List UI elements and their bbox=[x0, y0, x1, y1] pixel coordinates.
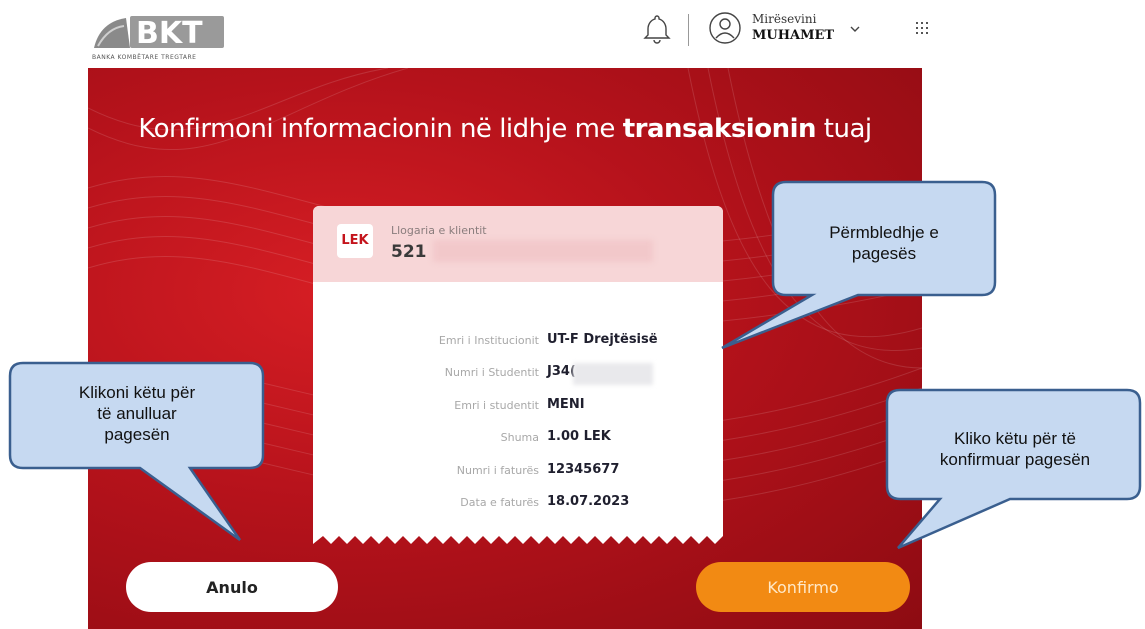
account-label: Llogaria e klientit bbox=[391, 224, 487, 237]
detail-row-student-number: Numri i Studentit J34( bbox=[313, 363, 723, 385]
detail-label: Numri i Studentit bbox=[444, 366, 539, 379]
apps-grid-icon[interactable] bbox=[915, 21, 929, 35]
detail-row-student-name: Emri i studentit MENI bbox=[313, 397, 723, 417]
callout-line: Kliko këtu për të bbox=[954, 429, 1076, 448]
redacted-account-digits bbox=[433, 240, 653, 262]
top-header: BKT BANKA KOMBËTARE TREGTARE Mirësevini … bbox=[0, 0, 1145, 68]
confirm-button[interactable]: Konfirmo bbox=[696, 562, 910, 612]
callout-line: pagesën bbox=[104, 425, 170, 444]
detail-value: MENI bbox=[547, 397, 585, 412]
callout-line: të anulluar bbox=[97, 404, 177, 423]
title-part-bold: transaksionin bbox=[622, 114, 817, 144]
chevron-down-icon[interactable] bbox=[848, 22, 862, 36]
callout-confirm-hint: Kliko këtu për të konfirmuar pagesën bbox=[892, 428, 1138, 470]
logo-subtitle: BANKA KOMBËTARE TREGTARE bbox=[92, 54, 197, 61]
bkt-logo-graphic: BKT bbox=[94, 16, 224, 51]
detail-label: Shuma bbox=[500, 431, 539, 444]
detail-row-amount: Shuma 1.00 LEK bbox=[313, 429, 723, 449]
notification-bell-icon[interactable] bbox=[640, 12, 674, 46]
confirmation-stage: Konfirmoni informacionin në lidhje me tr… bbox=[88, 68, 922, 629]
detail-row-invoice-number: Numri i faturës 12345677 bbox=[313, 462, 723, 482]
cancel-button[interactable]: Anulo bbox=[126, 562, 338, 612]
detail-value: J34( bbox=[547, 364, 576, 379]
account-section: LEK Llogaria e klientit 521 bbox=[313, 206, 723, 282]
detail-label: Numri i faturës bbox=[456, 464, 539, 477]
user-name: MUHAMET bbox=[752, 28, 835, 43]
logo-wordmark: BKT bbox=[136, 16, 203, 51]
detail-label: Emri i Institucionit bbox=[438, 334, 539, 347]
receipt-zigzag-edge bbox=[313, 530, 723, 544]
detail-value: 12345677 bbox=[547, 462, 620, 477]
callout-line: pagesës bbox=[851, 244, 917, 263]
detail-label: Data e faturës bbox=[460, 496, 539, 509]
callout-cancel-hint: Klikoni këtu për të anulluar pagesën bbox=[14, 382, 260, 445]
title-part-3: tuaj bbox=[816, 114, 872, 144]
redacted-student-number bbox=[573, 363, 653, 385]
header-divider bbox=[688, 14, 689, 46]
account-number: 521 bbox=[391, 242, 427, 262]
detail-value: UT-F Drejtësisë bbox=[547, 332, 658, 347]
detail-row-institution: Emri i Institucionit UT-F Drejtësisë bbox=[313, 332, 723, 352]
detail-value: 18.07.2023 bbox=[547, 494, 630, 509]
greeting-text: Mirësevini bbox=[752, 12, 817, 26]
detail-value: 1.00 LEK bbox=[547, 429, 611, 444]
bkt-logo[interactable]: BKT BANKA KOMBËTARE TREGTARE bbox=[90, 8, 230, 64]
detail-label: Emri i studentit bbox=[454, 399, 539, 412]
payment-summary-card: LEK Llogaria e klientit 521 Emri i Insti… bbox=[313, 206, 723, 536]
title-part-1: Konfirmoni informacionin në lidhje me bbox=[138, 114, 623, 144]
page-title: Konfirmoni informacionin në lidhje me tr… bbox=[88, 114, 922, 144]
currency-badge: LEK bbox=[337, 224, 373, 258]
callout-summary: Përmbledhje e pagesës bbox=[776, 222, 992, 264]
callout-line: Klikoni këtu për bbox=[78, 383, 196, 402]
user-avatar-icon[interactable] bbox=[708, 11, 742, 45]
detail-row-invoice-date: Data e faturës 18.07.2023 bbox=[313, 494, 723, 514]
callout-line: Përmbledhje e bbox=[829, 223, 939, 242]
callout-line: konfirmuar pagesën bbox=[939, 450, 1091, 469]
